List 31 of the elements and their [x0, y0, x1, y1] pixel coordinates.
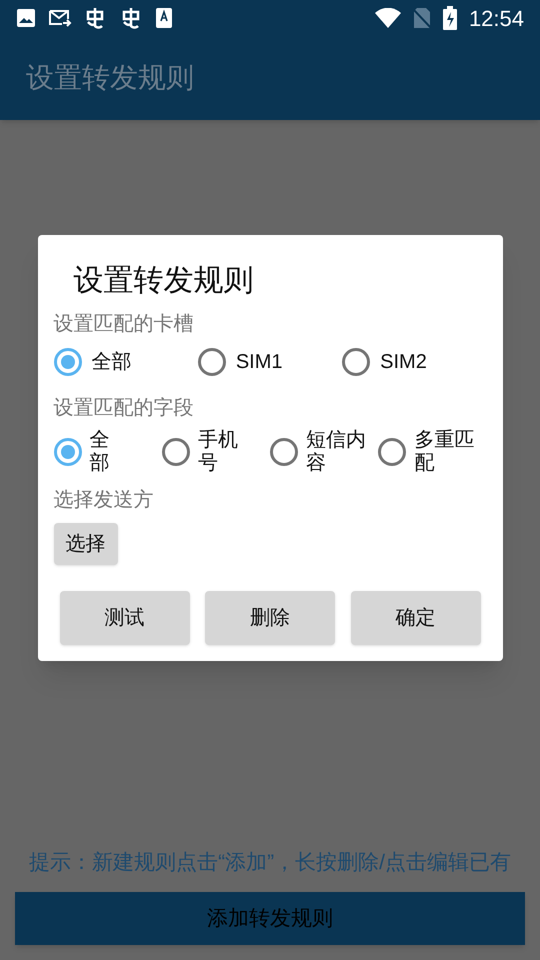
dialog-button[interactable]: 删除 [205, 591, 335, 646]
dialog-title: 设置转发规则 [72, 263, 254, 300]
app-title: 设置转发规则 [26, 61, 194, 95]
font-icon [156, 8, 172, 28]
radio-label: 短信内容 [306, 429, 367, 476]
mail-icon [48, 8, 72, 28]
radio-label: SIM1 [236, 350, 283, 376]
section-label: 设置匹配的字段 [54, 396, 194, 422]
radio-button[interactable] [54, 348, 82, 376]
dialog-button[interactable]: 测试 [60, 591, 190, 646]
radio-button[interactable] [54, 438, 82, 466]
radio-button[interactable] [342, 348, 370, 376]
radio-label: 多重匹配 [414, 429, 476, 476]
dialog-button[interactable]: 确定 [350, 591, 480, 646]
radio-label: 全部 [92, 350, 132, 376]
image-icon [16, 8, 36, 28]
radio-label: SIM2 [380, 350, 427, 376]
battery-charging-icon [442, 6, 457, 30]
radio-button[interactable] [270, 438, 298, 466]
radio-button[interactable] [162, 438, 190, 466]
radio-button[interactable] [198, 348, 226, 376]
radio-label: 手机号 [198, 429, 239, 476]
radio-label: 全部 [90, 429, 110, 476]
section-label: 设置匹配的卡槽 [54, 312, 194, 338]
clock: 12:54 [468, 4, 524, 32]
hint-text: 提示：新建规则点击“添加”，长按删除/点击编辑已有 [28, 850, 512, 876]
no-sim-icon [412, 7, 431, 29]
wifi-icon [374, 8, 401, 28]
radio-button[interactable] [378, 438, 406, 466]
section-label: 选择发送方 [54, 488, 154, 514]
choose-button[interactable]: 选择 [54, 523, 118, 566]
